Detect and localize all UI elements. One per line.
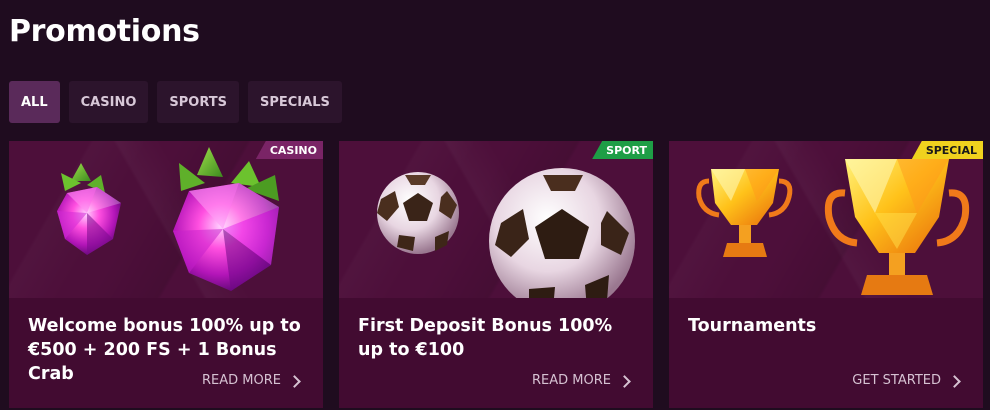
read-more-link[interactable]: READ MORE	[202, 373, 303, 388]
category-badge: SPORT	[592, 141, 653, 159]
promo-card-body: First Deposit Bonus 100% up to €100 READ…	[339, 298, 653, 408]
promo-card-first-deposit[interactable]: SPORT First Deposit Bonus 100% up to €10…	[339, 141, 653, 408]
trophies-icon	[696, 159, 970, 295]
tab-sports[interactable]: SPORTS	[157, 81, 239, 123]
get-started-link[interactable]: GET STARTED	[852, 373, 963, 388]
raspberry-gems-icon	[57, 147, 279, 291]
tab-all[interactable]: ALL	[9, 81, 60, 123]
category-badge: CASINO	[255, 141, 323, 159]
chevron-right-icon	[289, 374, 303, 388]
page-title: Promotions	[9, 14, 200, 49]
promo-card-image: SPECIAL	[669, 141, 983, 298]
tab-casino[interactable]: CASINO	[68, 81, 149, 123]
promo-card-body: Welcome bonus 100% up to €500 + 200 FS +…	[9, 298, 323, 408]
chevron-right-icon	[619, 374, 633, 388]
promo-card-tournaments[interactable]: SPECIAL Tournaments GET STARTED	[669, 141, 983, 408]
soccer-balls-icon	[377, 168, 635, 298]
promo-card-image: CASINO	[9, 141, 323, 298]
chevron-right-icon	[949, 374, 963, 388]
promotion-cards: CASINO Welcome bonus 100% up to €500 + 2…	[9, 141, 983, 408]
link-label: READ MORE	[202, 373, 281, 388]
promo-card-title: First Deposit Bonus 100% up to €100	[358, 316, 613, 360]
link-label: READ MORE	[532, 373, 611, 388]
category-badge: SPECIAL	[911, 141, 983, 159]
promo-card-image: SPORT	[339, 141, 653, 298]
link-label: GET STARTED	[852, 373, 941, 388]
promo-card-welcome-bonus[interactable]: CASINO Welcome bonus 100% up to €500 + 2…	[9, 141, 323, 408]
read-more-link[interactable]: READ MORE	[532, 373, 633, 388]
tab-specials[interactable]: SPECIALS	[247, 81, 342, 123]
promotion-filter-tabs: ALL CASINO SPORTS SPECIALS	[9, 81, 342, 123]
promo-card-body: Tournaments GET STARTED	[669, 298, 983, 408]
promo-card-title: Tournaments	[688, 316, 817, 336]
